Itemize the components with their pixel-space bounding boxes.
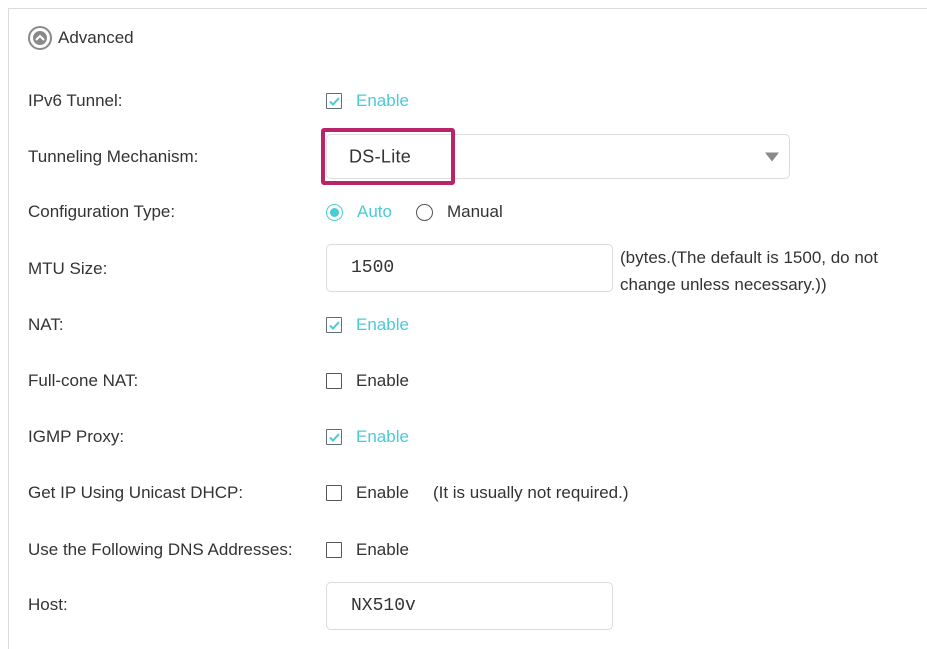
host-input[interactable] <box>326 582 613 630</box>
full-cone-nat-checkbox[interactable] <box>326 373 342 389</box>
unicast-dhcp-control: Enable (It is usually not required.) <box>326 483 629 503</box>
ipv6-tunnel-checkbox[interactable] <box>326 93 342 109</box>
unicast-dhcp-note: (It is usually not required.) <box>432 483 629 502</box>
nat-enable-text[interactable]: Enable <box>356 315 409 335</box>
advanced-toggle[interactable]: Advanced <box>28 26 134 50</box>
tunneling-mechanism-select[interactable]: DS-Lite <box>326 134 790 179</box>
tunneling-mechanism-label: Tunneling Mechanism: <box>28 147 199 166</box>
dns-addresses-label: Use the Following DNS Addresses: <box>28 540 293 559</box>
dns-addresses-checkbox[interactable] <box>326 542 342 558</box>
tunneling-mechanism-value: DS-Lite <box>349 146 412 166</box>
mtu-size-note: (bytes.(The default is 1500, do not chang… <box>620 244 878 298</box>
full-cone-nat-enable-text[interactable]: Enable <box>356 371 409 391</box>
row-unicast-dhcp: Get IP Using Unicast DHCP: Enable (It is… <box>0 475 927 511</box>
advanced-label: Advanced <box>58 28 134 47</box>
unicast-dhcp-label: Get IP Using Unicast DHCP: <box>28 483 244 502</box>
nat-label: NAT: <box>28 315 64 334</box>
host-label: Host: <box>28 595 68 614</box>
row-full-cone-nat: Full-cone NAT: Enable <box>0 363 927 399</box>
igmp-proxy-checkbox[interactable] <box>326 429 342 445</box>
igmp-proxy-control[interactable]: Enable <box>326 427 409 447</box>
config-auto-text[interactable]: Auto <box>357 202 392 222</box>
nat-checkbox[interactable] <box>326 317 342 333</box>
ipv6-tunnel-label: IPv6 Tunnel: <box>28 91 123 110</box>
full-cone-nat-label: Full-cone NAT: <box>28 371 139 390</box>
row-configuration-type: Configuration Type: Auto Manual <box>0 194 927 230</box>
unicast-dhcp-enable-text[interactable]: Enable <box>356 483 409 503</box>
config-manual-text[interactable]: Manual <box>447 202 503 222</box>
igmp-proxy-label: IGMP Proxy: <box>28 427 125 446</box>
dns-addresses-enable-text[interactable]: Enable <box>356 540 409 560</box>
collapse-up-icon[interactable] <box>28 26 52 50</box>
igmp-proxy-enable-text[interactable]: Enable <box>356 427 409 447</box>
mtu-note-line2: change unless necessary.)) <box>620 275 827 294</box>
mtu-size-input[interactable] <box>326 244 613 292</box>
row-igmp-proxy: IGMP Proxy: Enable <box>0 419 927 455</box>
chevron-down-icon[interactable] <box>765 152 779 161</box>
ipv6-tunnel-control[interactable]: Enable <box>326 91 409 111</box>
configuration-type-label: Configuration Type: <box>28 202 176 221</box>
ipv6-tunnel-enable-text[interactable]: Enable <box>356 91 409 111</box>
unicast-dhcp-checkbox[interactable] <box>326 485 342 501</box>
mtu-note-line1: (bytes.(The default is 1500, do not <box>620 248 878 267</box>
mtu-size-label: MTU Size: <box>28 259 108 278</box>
config-auto-radio[interactable] <box>326 203 343 221</box>
row-ipv6-tunnel: IPv6 Tunnel: Enable <box>0 83 927 119</box>
row-nat: NAT: Enable <box>0 307 927 343</box>
nat-control[interactable]: Enable <box>326 315 409 335</box>
config-manual-radio[interactable] <box>415 203 433 221</box>
row-dns-addresses: Use the Following DNS Addresses: Enable <box>0 532 927 568</box>
dns-addresses-control[interactable]: Enable <box>326 540 409 560</box>
full-cone-nat-control[interactable]: Enable <box>326 371 409 391</box>
configuration-type-control: Auto Manual <box>326 202 503 222</box>
